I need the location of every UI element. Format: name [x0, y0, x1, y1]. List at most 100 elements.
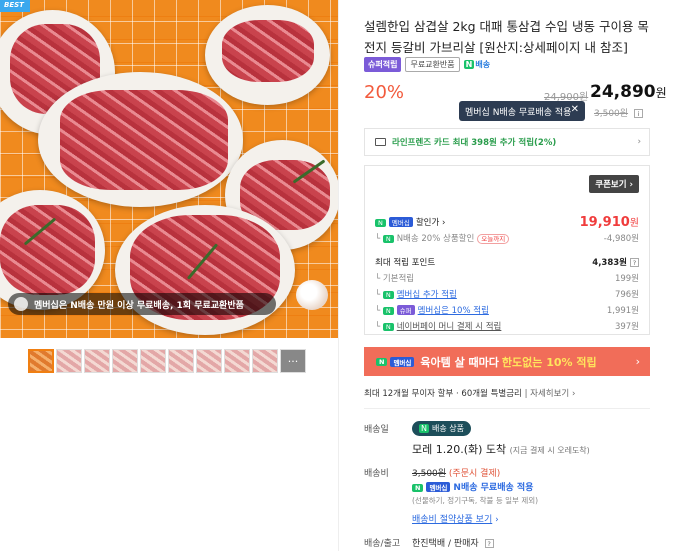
coupon-view-button[interactable]: 쿠폰보기 ›	[589, 175, 639, 193]
help-icon[interactable]: ?	[484, 539, 494, 548]
final-price-unit: 원	[655, 86, 667, 100]
arrival-note: (지금 결제 시 오레도착)	[509, 446, 590, 455]
shipping-exclusion-note: (선물하기, 정기구독, 착불 등 일부 제외)	[412, 496, 539, 505]
n-discount-label: N배송 20% 상품할인	[396, 234, 475, 244]
membership-banner: 멤버십은 N배송 만원 이상 무료배송, 1회 무료교환반품	[8, 293, 276, 315]
promo-banner[interactable]: N 멤버십 육아템 살 때마다 한도없는 10% 적립 ›	[364, 347, 650, 376]
member-extra-link[interactable]: 멤버십 추가 적립	[397, 290, 457, 300]
membership-banner-text: 멤버십은 N배송 만원 이상 무료배송, 1회 무료교환반품	[34, 300, 244, 311]
card-benefit-text: 라인프렌즈 카드 최대 398원 추가 적립(2%)	[392, 138, 557, 148]
release-label: 배송/출고	[364, 539, 401, 549]
n-discount-row: └ N N배송 20% 상품할인 오늘까지 -4,980원	[375, 234, 639, 244]
thumbnail-7[interactable]	[196, 349, 222, 373]
product-badges: 슈퍼적립 무료교환반품 N 배송	[364, 57, 490, 72]
n-discount-value: -4,980원	[603, 234, 639, 244]
thumbnail-9[interactable]	[252, 349, 278, 373]
help-icon[interactable]: ?	[630, 258, 639, 267]
points-label: 최대 적립 포인트	[375, 258, 436, 268]
shipping-fee-note: (주문시 결제)	[448, 469, 501, 479]
shipping-fee-line: 3,500원 (주문시 결제)	[412, 466, 500, 479]
section-divider	[364, 408, 650, 409]
membership-icon: 멤버십	[390, 356, 415, 367]
ship-badge-label: 배송 상품	[431, 424, 464, 433]
best-badge: BEST	[0, 0, 30, 12]
installment-detail-link[interactable]: 자세히보기	[530, 389, 569, 399]
member-10-link[interactable]: 멤버십은 10% 적립	[418, 306, 489, 316]
product-title: 설렘한입 삼겹살 2kg 대패 통삼겹 수입 냉동 구이용 목전지 등갈비 가브…	[364, 19, 649, 55]
thumbnail-1[interactable]	[28, 349, 54, 373]
shipping-fee-strike: 3,500원	[594, 109, 629, 119]
installment-info: 최대 12개월 무이자 할부 · 60개월 특별금리 | 자세히보기 ›	[364, 389, 576, 399]
free-shipping-applied-text: N배송 무료배송 적용	[453, 483, 534, 493]
benefit-box: 쿠폰보기 › N 멤버십 할인가 › 19,910원 └ N N배송 20% 상품할인…	[364, 165, 650, 335]
member-10-row: └ N 슈퍼 멤버십은 10% 적립 1,991원	[375, 305, 639, 316]
thumbnail-4[interactable]	[112, 349, 138, 373]
card-benefit-box[interactable]: 라인프렌즈 카드 최대 398원 추가 적립(2%) ›	[364, 128, 650, 156]
member-extra-row: └ N 멤버십 추가 적립 796원	[375, 290, 639, 300]
more-thumbnails-button[interactable]: ···	[280, 349, 306, 373]
naverpay-value: 397원	[614, 322, 639, 332]
base-points-row: └ 기본적립 199원	[375, 274, 639, 284]
thumbnail-5[interactable]	[140, 349, 166, 373]
naverpay-row: └ N 네이버페이 머니 결제 시 적립 397원	[375, 322, 639, 332]
membership-icon: 멤버십	[388, 217, 413, 227]
member-extra-value: 796원	[614, 290, 639, 300]
info-icon[interactable]: i	[633, 109, 643, 118]
n-icon: N	[419, 424, 429, 433]
thumbnail-3[interactable]	[84, 349, 110, 373]
npay-icon: N	[382, 291, 394, 299]
installment-text: 최대 12개월 무이자 할부 · 60개월 특별금리	[364, 389, 522, 399]
today-only-tag: 오늘까지	[477, 234, 510, 244]
product-hero-image[interactable]: BEST 멤버십은 N배송 만원 이상 무료배송, 1회 무료교환반품	[0, 0, 338, 338]
sale-price: 19,910원	[580, 214, 639, 230]
npay-icon: N	[382, 235, 394, 243]
member-10-value: 1,991원	[606, 306, 639, 316]
points-value: 4,383원	[592, 258, 627, 268]
meat-center	[60, 90, 228, 190]
final-price: 24,890원	[590, 82, 667, 102]
promo-text: 육아템 살 때마다	[420, 355, 499, 369]
release-value-text: 한진택배 / 판매자	[412, 539, 479, 549]
n-delivery-badge: N 배송	[463, 59, 490, 70]
points-row: 최대 적립 포인트 4,383원?	[375, 256, 639, 268]
super-points-badge: 슈퍼적립	[364, 57, 402, 72]
discount-rate: 20%	[364, 82, 405, 103]
thumbnail-strip: ···	[28, 349, 306, 373]
base-points-value: 199원	[614, 274, 639, 284]
membership-icon: 멤버십	[426, 482, 451, 492]
sale-price-label[interactable]: 할인가	[416, 218, 439, 228]
n-delivery-icon: N	[463, 60, 475, 69]
free-shipping-applied: N 멤버십 N배송 무료배송 적용	[412, 480, 533, 493]
delivery-date-label: 배송일	[364, 425, 389, 435]
shipping-fee-label: 배송비	[364, 469, 389, 479]
chevron-right-icon: ›	[637, 137, 641, 147]
tooltip-text: 멤버십 N배송 무료배송 적용	[465, 107, 572, 118]
close-icon[interactable]: ✕	[571, 104, 579, 115]
meat-bottom-left	[0, 205, 95, 295]
card-icon	[375, 138, 386, 146]
npay-icon: N	[376, 357, 388, 366]
thumbnail-6[interactable]	[168, 349, 194, 373]
shipping-fee-strike-detail: 3,500원	[412, 469, 447, 479]
membership-icon	[14, 297, 28, 311]
naverpay-icon: N	[382, 323, 394, 331]
meat-top-right	[222, 20, 314, 82]
naverpay-link[interactable]: 네이버페이 머니 결제 시 적립	[397, 322, 502, 332]
thumbnail-8[interactable]	[224, 349, 250, 373]
free-return-badge: 무료교환반품	[405, 57, 460, 72]
product-gallery: BEST 멤버십은 N배송 만원 이상 무료배송, 1회 무료교환반품 ···	[0, 0, 338, 551]
garlic-image	[296, 280, 328, 310]
super-icon: 슈퍼	[396, 305, 415, 315]
promo-highlight: 한도없는 10% 적립	[501, 355, 597, 369]
shipping-save-link[interactable]: 배송비 절약상품 보기	[412, 515, 492, 525]
coupon-view-label: 쿠폰보기	[595, 180, 627, 190]
npay-icon: N	[412, 484, 424, 492]
arrival-info: 모레 1.20.(화) 도착 (지금 결제 시 오레도착)	[412, 441, 590, 457]
thumbnail-2[interactable]	[56, 349, 82, 373]
column-divider	[338, 0, 339, 551]
sale-price-value: 19,910	[579, 215, 630, 230]
shipping-fee-summary: 3,500원 i	[594, 106, 643, 119]
release-value: 한진택배 / 판매자 ?	[412, 536, 494, 549]
n-delivery-product-badge: N 배송 상품	[412, 421, 471, 436]
arrival-text: 모레 1.20.(화) 도착	[412, 443, 507, 456]
